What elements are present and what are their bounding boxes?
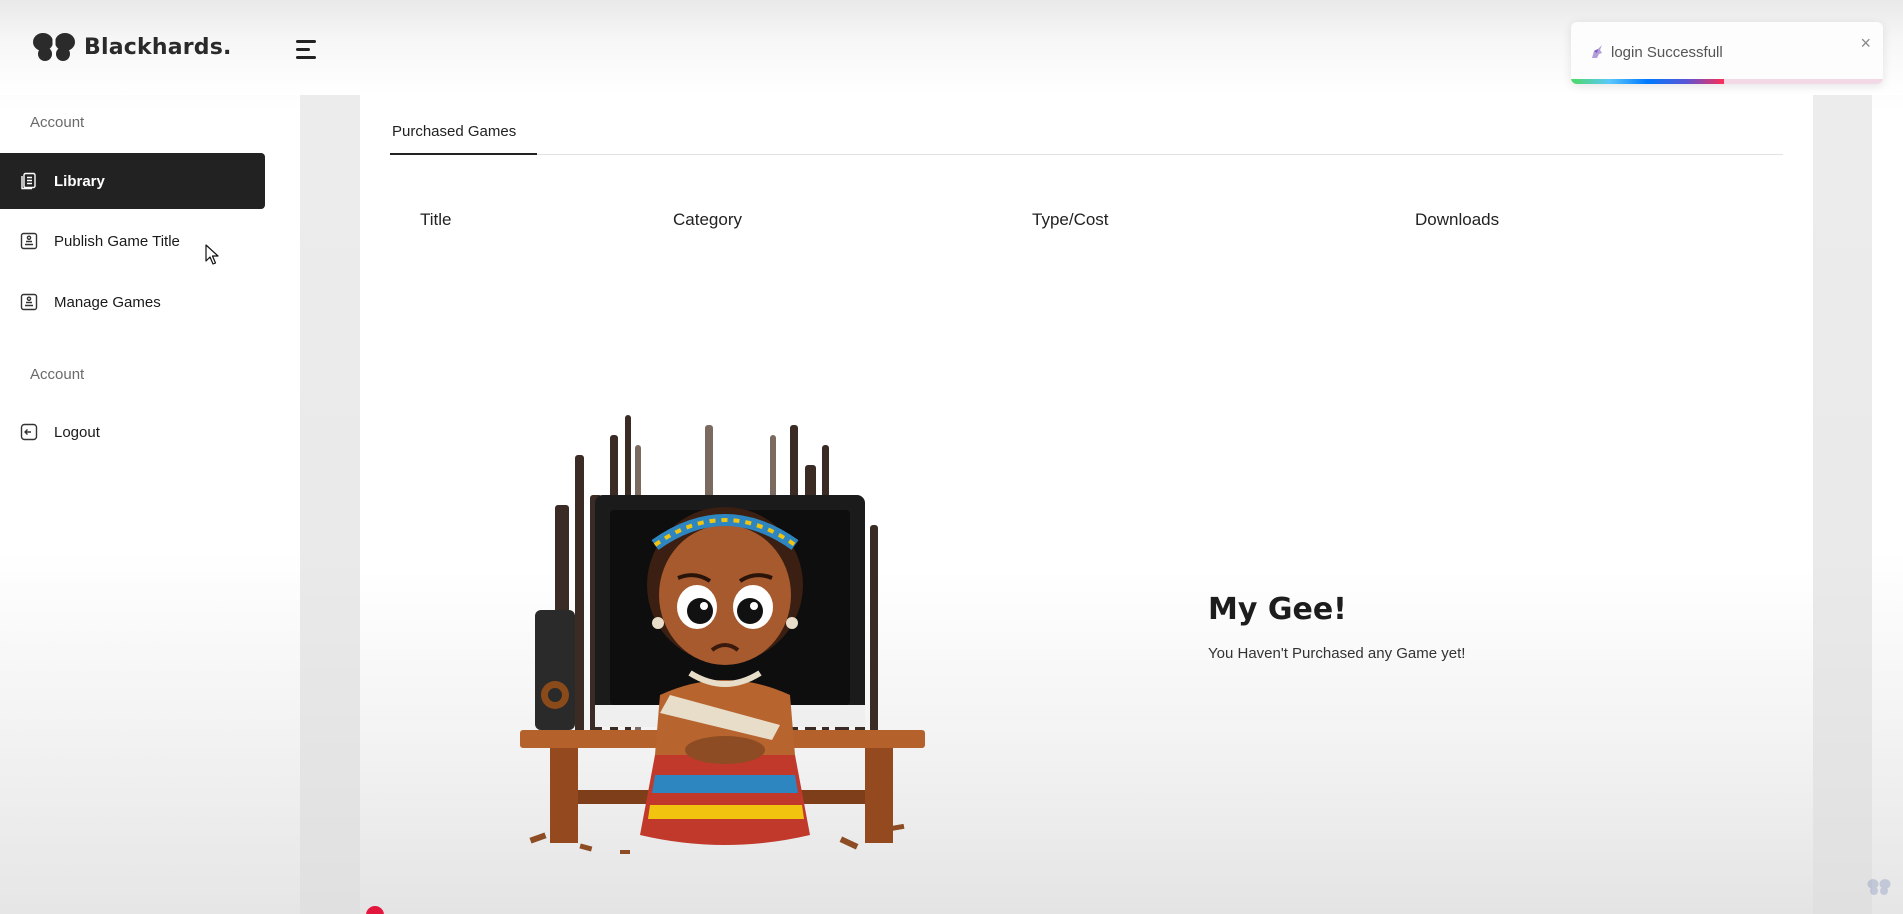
sidebar-item-publish-game-title[interactable]: Publish Game Title [0,213,265,269]
sidebar-item-label: Publish Game Title [54,232,180,250]
toast-progress-bar [1571,79,1724,84]
mouse-cursor-icon [205,244,219,265]
menu-toggle-icon[interactable] [296,38,320,60]
sidebar-item-label: Logout [54,423,100,441]
sad-girl-illustration [520,415,925,854]
column-header-type-cost: Type/Cost [1032,210,1109,229]
sidebar-item-manage-games[interactable]: Manage Games [0,274,265,330]
tab-purchased-games[interactable]: Purchased Games [390,123,537,155]
butterfly-logo-icon [33,33,75,61]
column-header-title: Title [420,210,452,229]
sidebar-section-label: Account [30,114,85,131]
publish-icon [20,232,38,250]
empty-state-title: My Gee! [1208,592,1347,627]
sidebar-section-label: Account [30,366,85,383]
manage-icon [20,293,38,311]
close-icon[interactable]: × [1860,34,1871,52]
toast-notification: login Successfull × [1571,22,1883,84]
sidebar-item-label: Library [54,172,105,190]
column-header-category: Category [673,210,742,229]
brand[interactable]: Blackhards. [32,30,232,64]
library-icon [21,172,36,190]
library-panel: Purchased Games Title Category Type/Cost… [360,95,1813,914]
table-header: Title Category Type/Cost Downloads [420,210,1720,240]
column-header-downloads: Downloads [1415,210,1500,229]
tab-bar: Purchased Games [390,95,1783,155]
sidebar: Account Library Publish Game Title Manag… [0,95,275,914]
sidebar-item-logout[interactable]: Logout [0,404,265,460]
notification-dot [366,906,384,914]
butterfly-logo-icon [1867,879,1891,895]
unicorn-icon [1592,45,1602,58]
toast-message: login Successfull [1611,44,1723,61]
sidebar-item-label: Manage Games [54,293,161,311]
sidebar-item-library[interactable]: Library [0,153,265,209]
brand-name: Blackhards. [84,34,232,60]
logout-icon [20,423,38,441]
empty-state-message: You Haven't Purchased any Game yet! [1208,645,1466,662]
